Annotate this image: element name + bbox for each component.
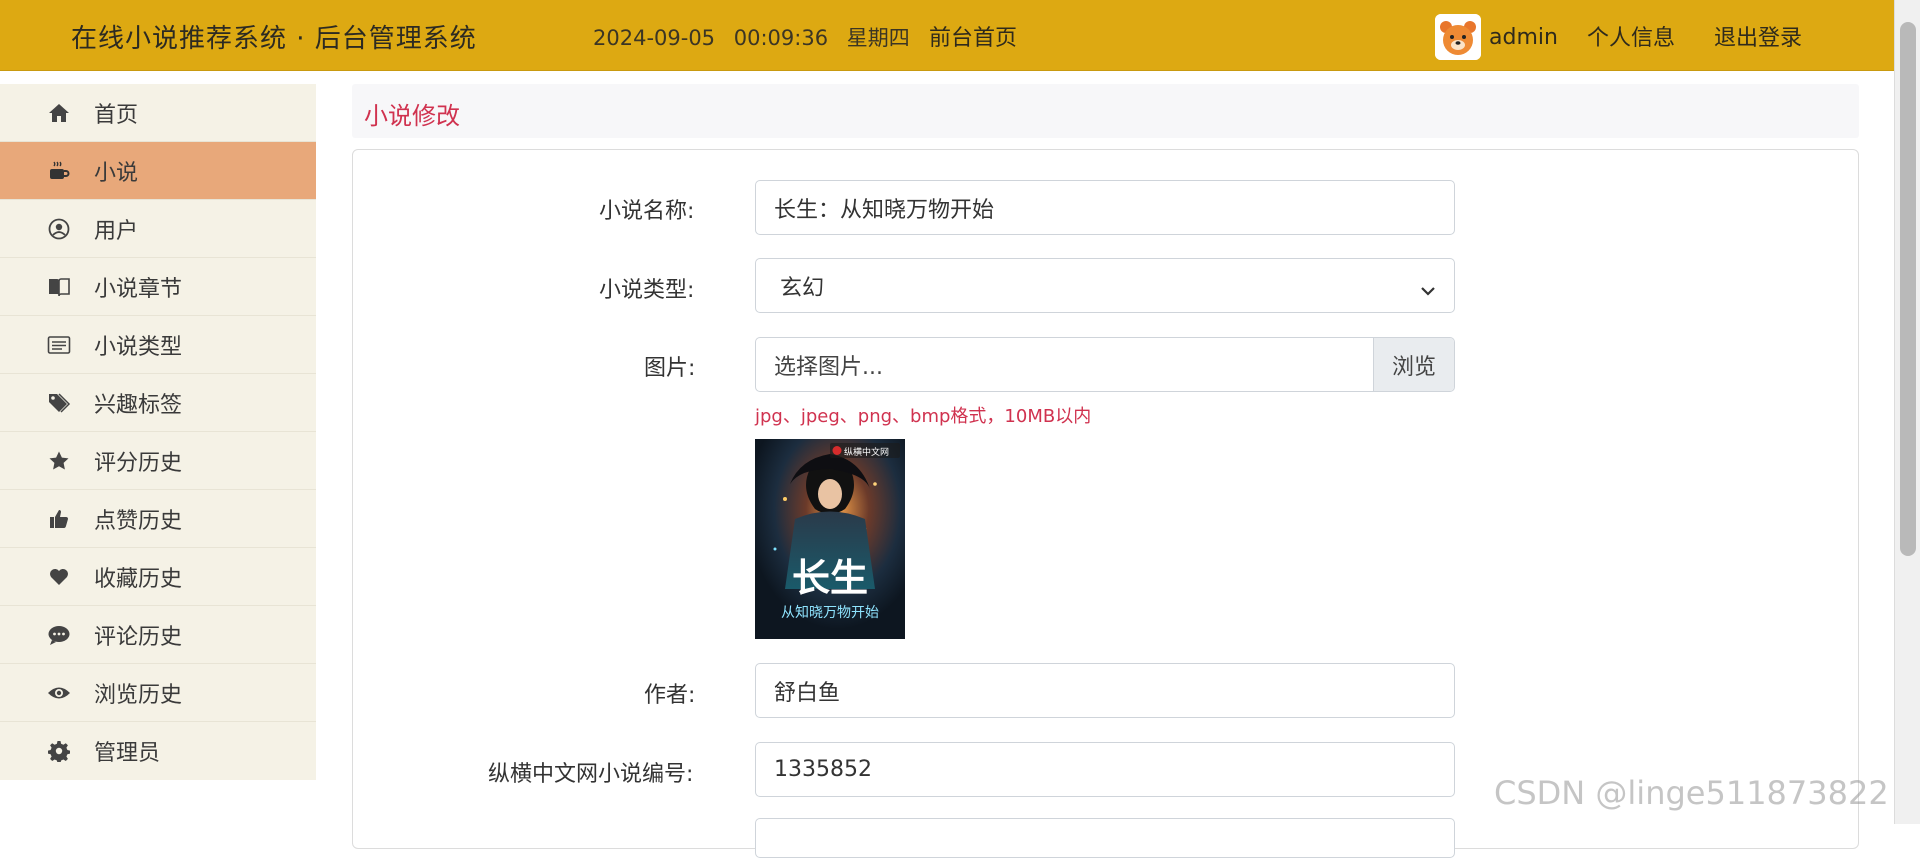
page-scrollbar[interactable] bbox=[1894, 0, 1920, 824]
page-title: 小说修改 bbox=[364, 102, 460, 130]
home-icon bbox=[47, 101, 71, 125]
author-label: 作者: bbox=[644, 683, 696, 708]
novel-type-label: 小说类型: bbox=[599, 278, 695, 303]
user-circle-icon bbox=[47, 217, 71, 241]
zongheng-id-label: 纵横中文网小说编号: bbox=[488, 762, 694, 787]
sidebar-item-label: 兴趣标签 bbox=[94, 392, 183, 418]
front-home-link[interactable]: 前台首页 bbox=[929, 20, 1017, 52]
sidebar-item-label: 收藏历史 bbox=[94, 566, 183, 592]
sidebar-item-novel-types[interactable]: 小说类型 bbox=[0, 316, 316, 374]
sidebar-item-comment-history[interactable]: 评论历史 bbox=[0, 606, 316, 664]
sidebar-item-rating-history[interactable]: 评分历史 bbox=[0, 432, 316, 490]
sidebar: 首页 小说 用户 小说章节 小说类型 兴趣标签 评分历史 点赞历史 收藏历史 评… bbox=[0, 84, 316, 780]
current-datetime: 2024-09-05 00:09:36 星期四 bbox=[593, 22, 922, 52]
novel-type-select[interactable]: 玄幻 bbox=[755, 258, 1455, 313]
cover-title-text: 长生 bbox=[792, 555, 868, 600]
browse-button[interactable]: 浏览 bbox=[1373, 338, 1454, 391]
star-icon bbox=[47, 449, 71, 473]
chevron-down-icon bbox=[1420, 279, 1436, 304]
current-time: 00:09:36 bbox=[733, 26, 829, 50]
sidebar-item-label: 点赞历史 bbox=[94, 508, 183, 534]
sidebar-item-label: 评分历史 bbox=[94, 450, 183, 476]
username[interactable]: admin bbox=[1489, 25, 1558, 50]
image-format-hint: jpg、jpeg、png、bmp格式，10MB以内 bbox=[755, 406, 1092, 427]
file-placeholder: 选择图片... bbox=[774, 354, 883, 380]
comment-icon bbox=[47, 623, 71, 647]
thumbs-up-icon bbox=[47, 507, 71, 531]
scrollbar-thumb[interactable] bbox=[1900, 22, 1916, 556]
sidebar-item-label: 小说 bbox=[94, 160, 139, 186]
eye-icon bbox=[47, 681, 71, 705]
sidebar-item-admin[interactable]: 管理员 bbox=[0, 722, 316, 780]
logout-link[interactable]: 退出登录 bbox=[1714, 20, 1802, 52]
tags-icon bbox=[47, 391, 71, 415]
current-date: 2024-09-05 bbox=[593, 26, 716, 50]
cover-subtitle-text: 从知晓万物开始 bbox=[781, 604, 879, 621]
sidebar-item-favorite-history[interactable]: 收藏历史 bbox=[0, 548, 316, 606]
coffee-icon bbox=[47, 159, 71, 183]
book-open-icon bbox=[47, 275, 71, 299]
novel-name-input[interactable] bbox=[755, 180, 1455, 235]
sidebar-item-interest-tags[interactable]: 兴趣标签 bbox=[0, 374, 316, 432]
novel-cover-icon: 纵横中文网 长生 从知晓万物开始 bbox=[755, 439, 905, 639]
sidebar-item-label: 评论历史 bbox=[94, 624, 183, 650]
next-field-input[interactable] bbox=[755, 818, 1455, 858]
app-title: 在线小说推荐系统 · 后台管理系统 bbox=[71, 24, 477, 54]
watermark: CSDN @linge511873822 bbox=[1494, 774, 1889, 812]
top-header-bar: 在线小说推荐系统 · 后台管理系统 2024-09-05 00:09:36 星期… bbox=[0, 0, 1920, 71]
sidebar-item-browse-history[interactable]: 浏览历史 bbox=[0, 664, 316, 722]
author-input[interactable] bbox=[755, 663, 1455, 718]
profile-link[interactable]: 个人信息 bbox=[1587, 20, 1675, 52]
sidebar-item-novel[interactable]: 小说 bbox=[0, 142, 316, 200]
sidebar-item-label: 首页 bbox=[94, 102, 139, 128]
sidebar-item-label: 小说类型 bbox=[94, 334, 183, 360]
page-header: 小说修改 bbox=[352, 84, 1859, 138]
avatar[interactable] bbox=[1435, 14, 1481, 60]
list-icon bbox=[47, 333, 71, 357]
novel-name-label: 小说名称: bbox=[599, 199, 695, 224]
image-label: 图片: bbox=[644, 356, 696, 381]
sidebar-item-label: 管理员 bbox=[94, 741, 161, 766]
user-menu[interactable]: admin bbox=[1435, 14, 1558, 60]
sidebar-item-label: 浏览历史 bbox=[94, 682, 183, 708]
cover-image: 纵横中文网 长生 从知晓万物开始 bbox=[755, 439, 905, 639]
current-weekday: 星期四 bbox=[846, 26, 910, 50]
bear-avatar-icon bbox=[1435, 14, 1481, 60]
image-file-input[interactable]: 选择图片... 浏览 bbox=[755, 337, 1455, 392]
cover-badge-text: 纵横中文网 bbox=[844, 446, 889, 458]
sidebar-item-like-history[interactable]: 点赞历史 bbox=[0, 490, 316, 548]
gear-icon bbox=[47, 739, 71, 763]
sidebar-item-home[interactable]: 首页 bbox=[0, 84, 316, 142]
sidebar-item-label: 用户 bbox=[94, 218, 139, 244]
novel-type-selected: 玄幻 bbox=[780, 275, 825, 301]
sidebar-item-label: 小说章节 bbox=[94, 276, 183, 302]
heart-icon bbox=[47, 565, 71, 589]
sidebar-item-users[interactable]: 用户 bbox=[0, 200, 316, 258]
zongheng-id-input[interactable] bbox=[755, 742, 1455, 797]
sidebar-item-chapters[interactable]: 小说章节 bbox=[0, 258, 316, 316]
